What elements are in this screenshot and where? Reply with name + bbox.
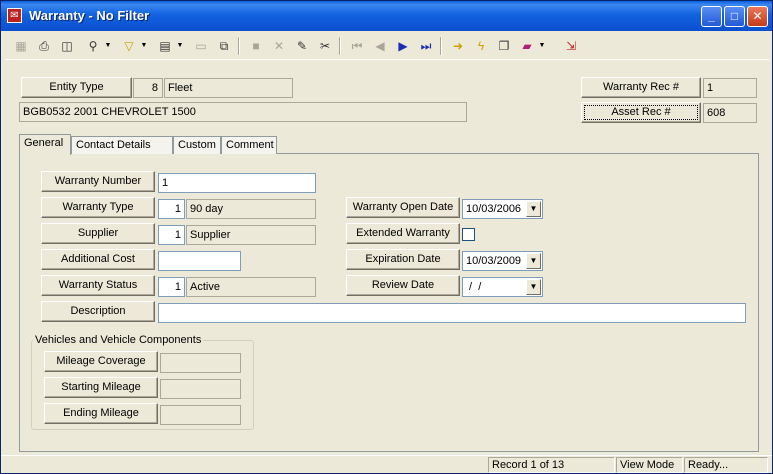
warranty-number-button[interactable]: Warranty Number [41,171,155,192]
warranty-open-date-button[interactable]: Warranty Open Date [346,197,460,218]
asset-rec-button[interactable]: Asset Rec # [581,102,701,123]
minimize-button[interactable]: _ [701,6,722,27]
starting-mileage-button[interactable]: Starting Mileage [44,377,158,398]
review-date-picker[interactable]: / / ▼ [462,277,543,297]
warranty-type-button[interactable]: Warranty Type [41,197,155,218]
book-dropdown-icon[interactable]: ▼ [538,36,546,56]
supplier-button[interactable]: Supplier [41,223,155,244]
pencil-icon[interactable]: ✎ [292,36,312,56]
toolbar-separator [440,37,442,55]
chevron-down-icon[interactable]: ▼ [526,253,541,269]
print-icon[interactable]: ⎙ [34,36,54,56]
warranty-status-button[interactable]: Warranty Status [41,275,155,296]
additional-cost-button[interactable]: Additional Cost [41,249,155,270]
last-record-icon[interactable]: ⏭ [416,36,436,56]
warranty-status-code-input[interactable]: 1 [158,277,185,297]
description-button[interactable]: Description [41,301,155,322]
tab-custom[interactable]: Custom [173,136,221,154]
toolbar-separator [339,37,341,55]
cut-icon[interactable]: ✂ [315,36,335,56]
warranty-rec-value: 1 [703,78,757,98]
warranty-type-code-input[interactable]: 1 [158,199,185,219]
search-dropdown-icon[interactable]: ▼ [104,36,112,56]
status-mode: View Mode [616,457,683,473]
delete-icon[interactable]: ✕ [269,36,289,56]
edit-document-icon[interactable]: ▭ [191,36,211,56]
expiration-date-button[interactable]: Expiration Date [346,249,460,270]
go-arrow-icon[interactable]: ➜ [448,36,468,56]
status-record-count: Record 1 of 13 [488,457,615,473]
starting-mileage-value [160,379,241,399]
warranty-window: ✉ Warranty - No Filter _ □ ✕ ▦ ⎙ ◫ ⚲ ▼ ▽… [0,0,773,474]
asset-rec-value: 608 [703,103,757,123]
entity-type-button[interactable]: Entity Type [21,77,132,98]
title-bar[interactable]: ✉ Warranty - No Filter _ □ ✕ [1,1,772,31]
exit-icon[interactable]: ⇲ [561,36,581,56]
supplier-code-input[interactable]: 1 [158,225,185,245]
status-state: Ready... [684,457,768,473]
warranty-open-date-picker[interactable]: 10/03/2006 ▼ [462,199,543,219]
entity-type-code: 8 [133,78,163,98]
chevron-down-icon[interactable]: ▼ [526,279,541,295]
book-icon[interactable]: ▰ [517,36,537,56]
tab-comment[interactable]: Comment [221,136,277,154]
warranty-type-value: 90 day [186,199,316,219]
additional-cost-input[interactable] [158,251,241,271]
review-date-button[interactable]: Review Date [346,275,460,296]
mileage-coverage-value [160,353,241,373]
close-button[interactable]: ✕ [747,6,768,27]
window-title: Warranty - No Filter [29,8,150,23]
windows-icon[interactable]: ❐ [494,36,514,56]
ending-mileage-value [160,405,241,425]
warranty-number-input[interactable]: 1 [158,173,316,193]
ending-mileage-button[interactable]: Ending Mileage [44,403,158,424]
chevron-down-icon[interactable]: ▼ [526,201,541,217]
mileage-coverage-button[interactable]: Mileage Coverage [44,351,158,372]
extended-warranty-button[interactable]: Extended Warranty [346,223,460,244]
lightning-icon[interactable]: ϟ [471,36,491,56]
filter-icon[interactable]: ▽ [119,36,139,56]
description-input[interactable] [158,303,746,323]
entity-type-value: Fleet [164,78,293,98]
copy-icon[interactable]: ⧉ [214,36,234,56]
expiration-date-picker[interactable]: 10/03/2009 ▼ [462,251,543,271]
app-icon[interactable]: ✉ [7,8,22,23]
search-icon[interactable]: ⚲ [83,36,103,56]
first-record-icon[interactable]: ⏮ [347,36,367,56]
next-record-icon[interactable]: ▶ [393,36,413,56]
tab-contact-details[interactable]: Contact Details [71,136,173,154]
warranty-rec-button[interactable]: Warranty Rec # [581,77,701,98]
preview-icon[interactable]: ◫ [57,36,77,56]
warranty-status-value: Active [186,277,316,297]
prev-record-icon[interactable]: ◀ [370,36,390,56]
extended-warranty-checkbox[interactable] [462,228,475,241]
maximize-button[interactable]: □ [724,6,745,27]
review-date-value: / / [466,281,482,293]
save-icon[interactable]: ■ [246,36,266,56]
status-bar: Record 1 of 13 View Mode Ready... [1,455,772,474]
tab-general[interactable]: General [19,134,71,155]
asset-description: BGB0532 2001 CHEVROLET 1500 [19,102,467,122]
grid-icon[interactable]: ▦ [11,36,31,56]
document-dropdown-icon[interactable]: ▼ [176,36,184,56]
filter-dropdown-icon[interactable]: ▼ [140,36,148,56]
expiration-date-value: 10/03/2009 [466,255,522,267]
toolbar-separator [238,37,240,55]
toolbar: ▦ ⎙ ◫ ⚲ ▼ ▽ ▼ ▤ ▼ ▭ ⧉ ■ ✕ ✎ ✂ ⏮ ◀ ▶ ⏭ ➜ … [5,34,769,60]
supplier-value: Supplier [186,225,316,245]
vehicles-group-title: Vehicles and Vehicle Components [33,334,204,346]
document-icon[interactable]: ▤ [155,36,175,56]
warranty-open-date-value: 10/03/2006 [466,203,522,215]
